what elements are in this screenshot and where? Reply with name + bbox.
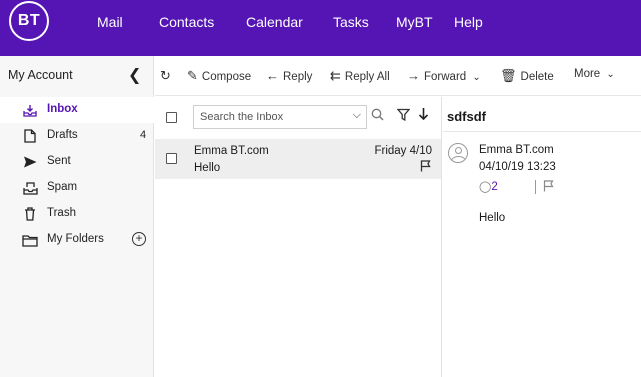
forward-button[interactable]: → Forward ⌄ — [407, 68, 481, 83]
flag-icon[interactable] — [420, 160, 431, 175]
nav-tasks[interactable]: Tasks — [333, 14, 369, 30]
nav-calendar[interactable]: Calendar — [246, 14, 303, 30]
delete-label: Delete — [520, 71, 554, 83]
avatar — [448, 143, 468, 163]
message-subject: Hello — [194, 162, 221, 174]
folder-label: Trash — [47, 207, 76, 219]
folder-label: My Folders — [47, 233, 104, 245]
folder-trash[interactable]: Trash — [0, 201, 154, 227]
chevron-down-icon[interactable]: ⌵ — [353, 109, 361, 122]
message-title: sdfsdf — [447, 109, 486, 124]
message-row[interactable]: Emma BT.com Hello Friday 4/10 — [155, 139, 441, 179]
trash-icon — [22, 206, 38, 222]
reply-icon: ← — [266, 68, 279, 83]
message-list: ⌵ Emma BT.com Hello Friday 4/10 — [155, 97, 442, 377]
recipients-number: 2 — [491, 181, 498, 193]
folder-my-folders[interactable]: My Folders + — [0, 227, 154, 253]
search-box[interactable]: ⌵ — [193, 105, 367, 129]
folder-inbox[interactable]: Inbox — [0, 97, 154, 123]
search-input[interactable] — [194, 106, 344, 128]
reader-sender: Emma BT.com — [479, 144, 554, 156]
add-folder-icon[interactable]: + — [132, 232, 146, 246]
folder-label: Drafts — [47, 129, 78, 141]
chevron-left-icon[interactable]: ❮ — [128, 65, 141, 85]
reply-button[interactable]: ← Reply — [266, 68, 312, 83]
flag-icon[interactable] — [543, 180, 554, 195]
divider — [443, 131, 641, 132]
reply-label: Reply — [283, 71, 313, 83]
refresh-icon[interactable]: ↻ — [160, 68, 175, 84]
divider — [535, 180, 536, 194]
delete-button[interactable]: 🗑 Delete — [500, 68, 554, 84]
reply-all-label: Reply All — [344, 71, 390, 83]
folder-sent[interactable]: Sent — [0, 149, 154, 175]
select-all-checkbox[interactable] — [166, 112, 177, 123]
reading-pane: sdfsdf Emma BT.com 04/10/19 13:23 ◯2 Hel… — [443, 97, 641, 377]
sort-arrow-icon[interactable] — [418, 107, 429, 124]
forward-icon: → — [407, 68, 420, 83]
compose-button[interactable]: ✎ Compose — [187, 68, 251, 84]
trash-icon: 🗑 — [500, 68, 517, 83]
draft-icon — [22, 128, 38, 144]
bt-logo[interactable]: BT — [9, 1, 49, 41]
folder-spam[interactable]: Spam — [0, 175, 154, 201]
person-icon: ◯ — [479, 181, 492, 193]
folder-drafts[interactable]: Drafts 4 — [0, 123, 154, 149]
nav-mail[interactable]: Mail — [97, 14, 123, 30]
top-nav-bar: BT Mail Contacts Calendar Tasks MyBT Hel… — [0, 0, 641, 56]
reader-date: 04/10/19 13:23 — [479, 161, 556, 173]
message-date: Friday 4/10 — [374, 145, 432, 157]
message-toolbar: ↻ ✎ Compose ← Reply ⇇ Reply All → Forward ⌄ … — [155, 56, 641, 96]
account-title: My Account — [8, 68, 73, 82]
folder-label: Sent — [47, 155, 71, 167]
recipients-count[interactable]: ◯2 — [479, 180, 498, 193]
reply-all-button[interactable]: ⇇ Reply All — [330, 68, 390, 84]
nav-help[interactable]: Help — [454, 14, 483, 30]
reply-all-icon: ⇇ — [330, 68, 341, 83]
more-label: More — [574, 68, 601, 80]
chevron-down-icon: ⌄ — [606, 69, 615, 80]
folder-label: Inbox — [47, 103, 78, 115]
compose-icon: ✎ — [187, 68, 198, 83]
inbox-icon — [22, 102, 38, 118]
folder-pane: My Account ❮ Inbox Drafts 4 Sent Spam Tr… — [0, 56, 154, 377]
message-sender: Emma BT.com — [194, 145, 269, 157]
message-checkbox[interactable] — [166, 153, 177, 164]
message-body: Hello — [479, 212, 506, 224]
more-button[interactable]: More ⌄ — [574, 68, 615, 80]
folder-icon — [22, 232, 38, 248]
spam-icon — [22, 180, 38, 196]
chevron-down-icon: ⌄ — [472, 72, 481, 83]
nav-mybt[interactable]: MyBT — [396, 14, 433, 30]
compose-label: Compose — [201, 71, 252, 83]
sent-icon — [22, 154, 38, 170]
search-icon[interactable] — [371, 108, 384, 124]
forward-label: Forward — [424, 71, 467, 83]
folder-label: Spam — [47, 181, 78, 193]
drafts-count: 4 — [140, 129, 147, 141]
nav-contacts[interactable]: Contacts — [159, 14, 214, 30]
filter-icon[interactable] — [396, 108, 411, 124]
